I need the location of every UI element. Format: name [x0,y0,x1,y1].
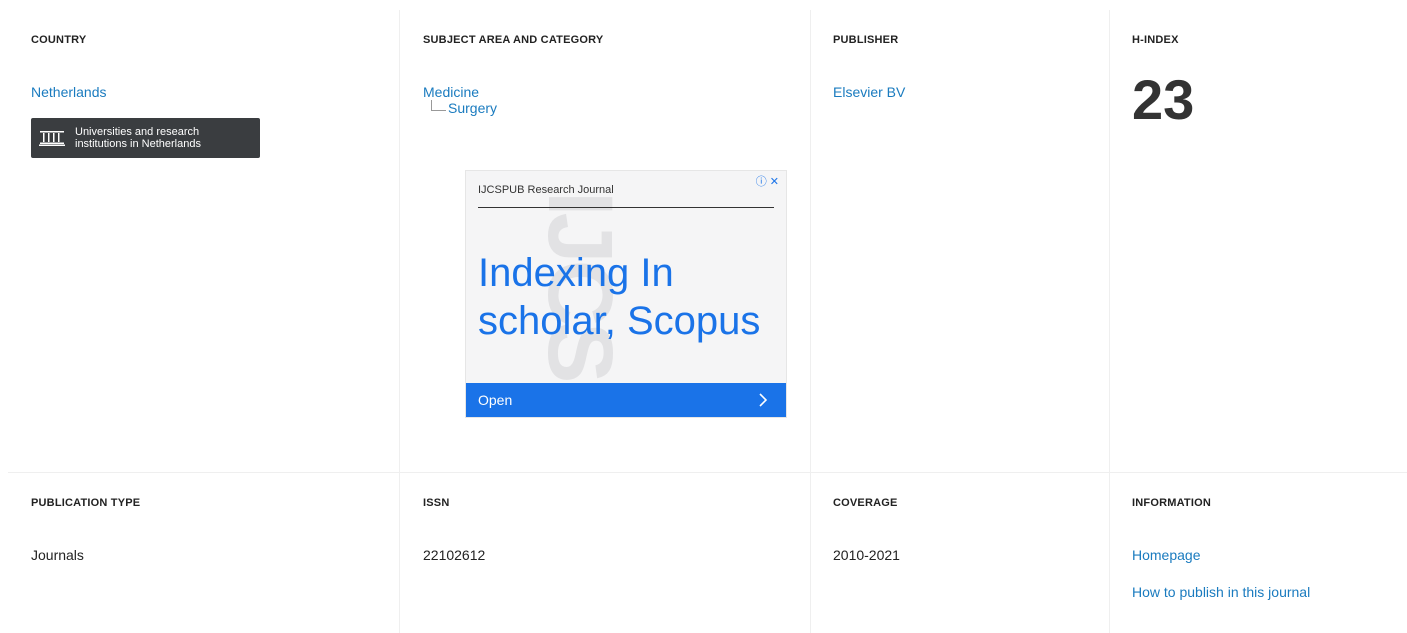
ad-open-label: Open [478,392,513,408]
ad-headline[interactable]: Indexing In scholar, Scopus [478,249,778,345]
country-link[interactable]: Netherlands [31,84,399,100]
ad-info-close-icon[interactable]: ⓘ✕ [756,173,782,189]
chevron-right-icon [759,393,768,407]
country-section: Country Netherlands Universities and res… [0,10,399,472]
country-heading: Country [31,34,87,46]
publication-type-value: Journals [31,547,84,563]
institutions-label: Universities and research institutions i… [75,126,201,150]
issn-value: 22102612 [423,547,486,563]
subject-category-row: Surgery [431,100,810,116]
hindex-section: H-Index 23 [1109,10,1407,472]
information-links: Homepage How to publish in this journal [1132,547,1407,600]
coverage-heading: Coverage [833,497,898,509]
ad-open-button[interactable]: Open [466,383,786,417]
issn-section: ISSN 22102612 [399,472,810,633]
subject-area-link[interactable]: Medicine [423,84,810,100]
publication-type-section: Publication type Journals [8,472,399,633]
information-section: Information Homepage How to publish in t… [1109,472,1407,633]
publisher-heading: Publisher [833,34,899,46]
advertisement[interactable]: IJCSPUB IJCSPUB Research Journal ⓘ✕ Inde… [465,170,787,418]
publisher-section: Publisher Elsevier BV [810,10,1109,472]
information-heading: Information [1132,497,1211,509]
ad-brand: IJCSPUB Research Journal [478,184,614,196]
ad-divider [478,207,774,208]
tree-connector [431,100,446,111]
publisher-link[interactable]: Elsevier BV [833,84,1109,100]
hindex-heading: H-Index [1132,34,1179,46]
subject-heading: Subject Area and Category [423,34,604,46]
coverage-section: Coverage 2010-2021 [810,472,1109,633]
how-to-publish-link[interactable]: How to publish in this journal [1132,584,1407,600]
homepage-link[interactable]: Homepage [1132,547,1407,563]
institutions-button[interactable]: Universities and research institutions i… [31,118,260,158]
institution-icon [39,131,65,146]
subject-category-link[interactable]: Surgery [448,100,497,116]
coverage-value: 2010-2021 [833,547,900,563]
hindex-value: 23 [1132,68,1195,131]
publication-type-heading: Publication type [31,497,141,509]
issn-heading: ISSN [423,497,450,509]
